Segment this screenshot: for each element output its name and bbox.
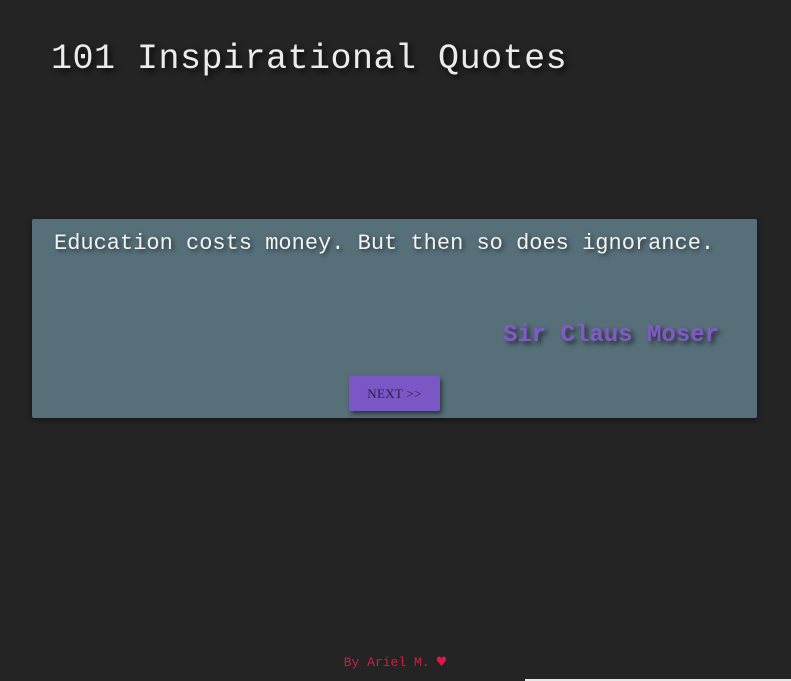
footer-credit: By Ariel M. [343,655,430,670]
heart-icon: ♥ [435,655,448,670]
next-button[interactable]: NEXT >> [349,376,440,411]
quote-card: Education costs money. But then so does … [32,219,757,418]
footer: By Ariel M. ♥ [0,655,791,670]
page-title: 101 Inspirational Quotes [51,39,568,79]
quote-author: Sir Claus Moser [502,322,719,349]
quote-text: Education costs money. But then so does … [54,231,715,256]
